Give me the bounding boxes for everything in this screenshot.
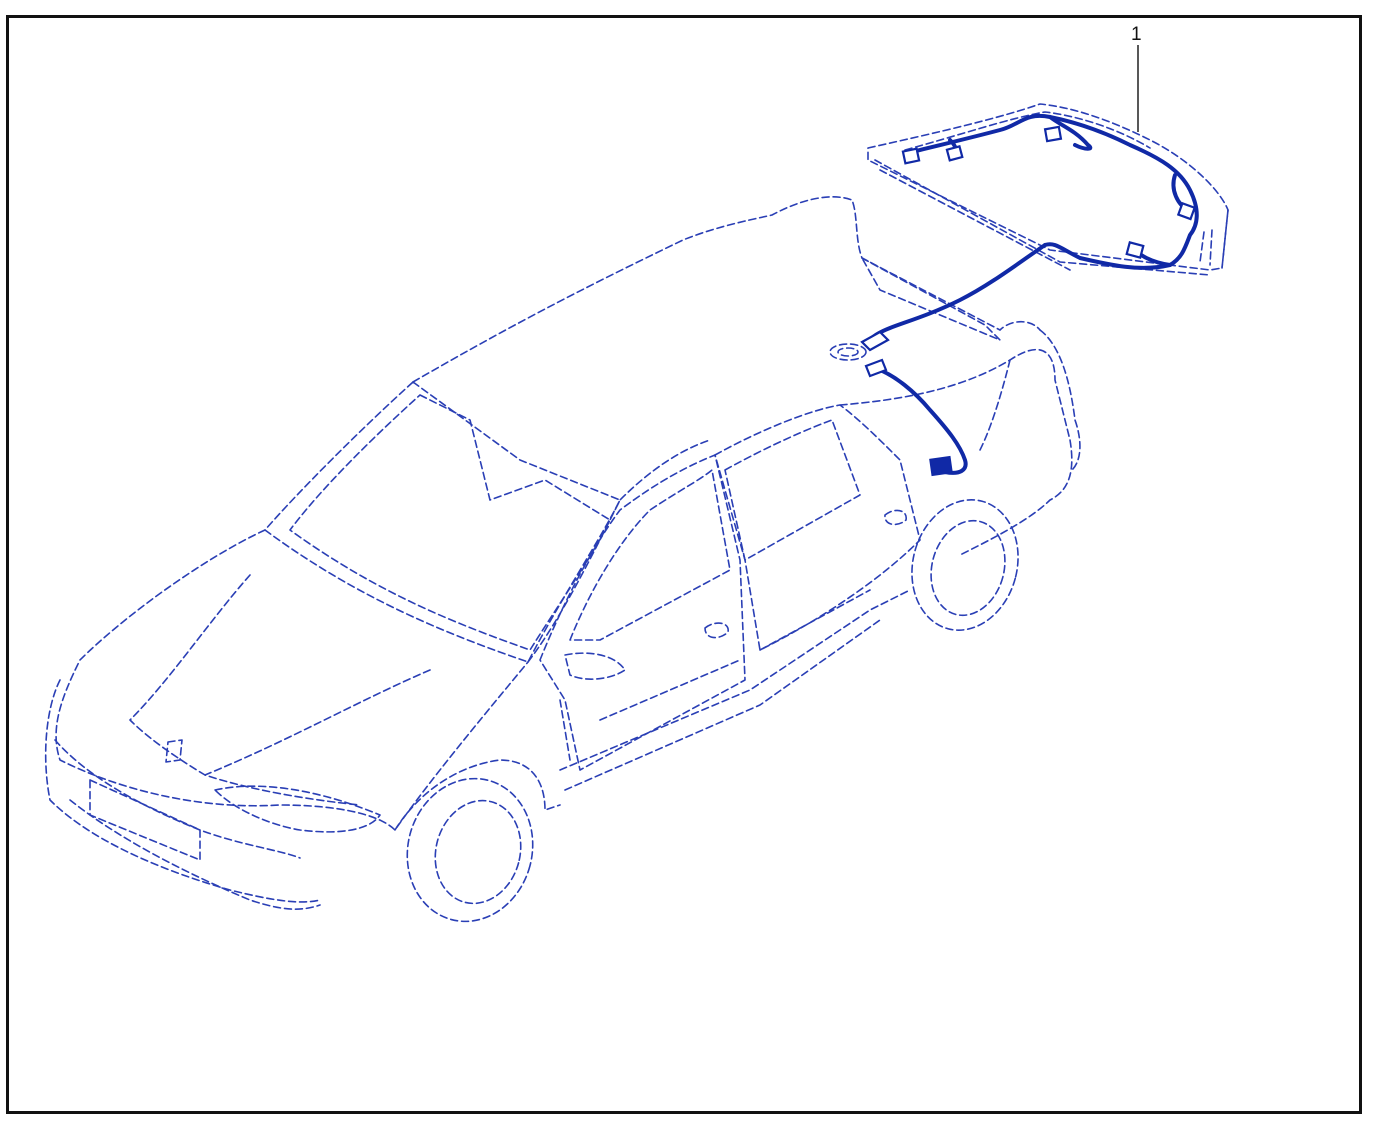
rear-door-window (724, 419, 861, 561)
windscreen-outline (264, 381, 621, 663)
rear-wheel-outer (911, 499, 1019, 631)
harness-grommet (829, 343, 867, 361)
vehicle-outline (44, 196, 1081, 923)
front-door-handle (704, 622, 729, 639)
harness-boot-upper (860, 330, 890, 352)
connector-tailgate-4 (1176, 201, 1197, 221)
wiring-harness (860, 113, 1199, 477)
rear-quarter (839, 348, 1073, 556)
wiring-diagram: 1 (44, 24, 1229, 923)
rear-door-handle (884, 509, 907, 526)
harness-body-run (873, 366, 968, 475)
side-sill (559, 589, 911, 791)
bonnet-crease-left (129, 574, 251, 776)
tailgate-side (1199, 209, 1229, 269)
front-spoiler (69, 799, 321, 910)
tailgate-lower-edge (874, 159, 1211, 276)
front-wheel-outer (406, 777, 534, 923)
mirror (564, 652, 626, 680)
rear-door (714, 404, 921, 651)
bonnet-outline (55, 529, 529, 831)
front-wheel-inner (434, 799, 522, 905)
callout-1-label: 1 (1131, 24, 1142, 45)
bonnet-crease-right (204, 669, 431, 806)
harness-cross-run (870, 243, 1047, 340)
roof-outline (412, 196, 1041, 383)
boot-opening (861, 257, 1001, 341)
harness-boot-lower (864, 358, 888, 378)
connector-body-main (929, 455, 953, 477)
connector-tailgate-5 (1125, 241, 1145, 259)
rear-wheel-inner (930, 519, 1006, 617)
body-feature-line (559, 589, 871, 761)
headlamp (214, 785, 381, 833)
connector-tailgate-3 (1043, 125, 1063, 143)
callout-1: 1 (1131, 24, 1142, 132)
connector-tailgate-2 (945, 145, 964, 162)
front-door-window (569, 469, 731, 641)
front-door (539, 454, 746, 771)
connector-tailgate-1 (901, 147, 921, 165)
